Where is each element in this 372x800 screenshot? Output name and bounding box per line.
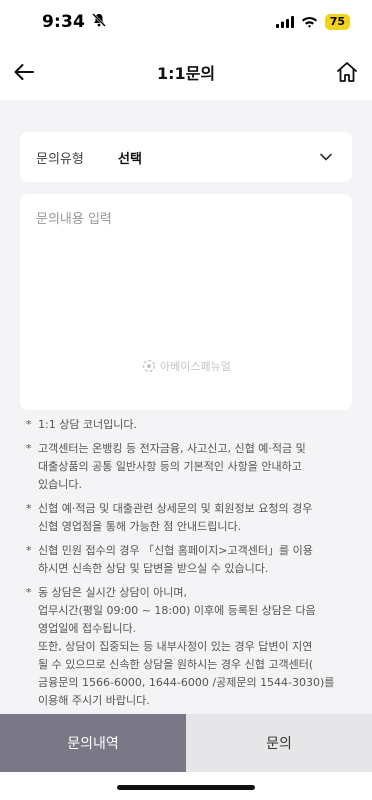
watermark: 아베이스페뉴얼 xyxy=(142,358,231,374)
notice-list: * 1:1 상담 코너입니다. * 고객센터는 온뱅킹 등 전자금융, 사고신고… xyxy=(26,416,346,716)
notice-text: 고객센터는 온뱅킹 등 전자금융, 사고신고, 신협 예·적금 및 대출상품의 … xyxy=(38,442,306,491)
notice-text: 동 상담은 실시간 상담이 아니며, 업무시간(평일 09:00 ~ 18:00… xyxy=(38,586,335,707)
notice-bullet: * xyxy=(26,502,32,515)
notice-text: 신협 민원 접수의 경우 「신협 홈페이지>고객센터」를 이용 하시면 신속한 … xyxy=(38,544,313,575)
notice-text: 신협 예·적금 및 대출관련 상세문의 및 회원정보 요청의 경우 신협 영업점… xyxy=(38,502,313,533)
notice-bullet: * xyxy=(26,586,32,599)
notice-item: * 신협 예·적금 및 대출관련 상세문의 및 회원정보 요청의 경우 신협 영… xyxy=(26,500,346,536)
back-button[interactable] xyxy=(10,60,38,84)
notice-bullet: * xyxy=(26,418,32,431)
home-icon xyxy=(337,62,357,82)
inquiry-type-select[interactable]: 문의유형 선택 xyxy=(20,132,352,182)
submit-inquiry-button[interactable]: 문의 xyxy=(186,714,372,772)
watermark-logo-icon xyxy=(142,359,156,373)
inquiry-type-value: 선택 xyxy=(118,151,142,167)
status-bar: 9:34 75 xyxy=(0,0,372,44)
chevron-down-icon xyxy=(318,149,334,165)
home-indicator[interactable] xyxy=(117,785,255,790)
content-placeholder: 문의내용 입력 xyxy=(36,212,112,227)
inquiry-history-button[interactable]: 문의내역 xyxy=(0,714,186,772)
signal-icon xyxy=(275,13,294,32)
notice-bullet: * xyxy=(26,544,32,557)
notice-item: * 고객센터는 온뱅킹 등 전자금융, 사고신고, 신협 예·적금 및 대출상품… xyxy=(26,440,346,494)
bell-slash-icon xyxy=(91,12,107,32)
notice-item: * 1:1 상담 코너입니다. xyxy=(26,416,346,434)
home-button[interactable] xyxy=(334,59,360,85)
app-header: 1:1문의 xyxy=(0,44,372,100)
inquiry-type-label: 문의유형 xyxy=(36,151,84,167)
watermark-text: 아베이스페뉴얼 xyxy=(160,360,231,373)
notice-bullet: * xyxy=(26,442,32,455)
inquiry-content-input[interactable]: 문의내용 입력 아베이스페뉴얼 xyxy=(20,194,352,410)
page-title: 1:1문의 xyxy=(156,64,216,83)
arrow-left-icon xyxy=(14,64,34,80)
notice-item: * 동 상담은 실시간 상담이 아니며, 업무시간(평일 09:00 ~ 18:… xyxy=(26,584,346,710)
status-left: 9:34 xyxy=(42,12,107,32)
wifi-icon xyxy=(301,13,318,32)
notice-item: * 신협 민원 접수의 경우 「신협 홈페이지>고객센터」를 이용 하시면 신속… xyxy=(26,542,346,578)
notice-text: 1:1 상담 코너입니다. xyxy=(38,418,138,431)
status-right: 75 xyxy=(275,13,350,32)
battery-icon: 75 xyxy=(324,14,350,30)
status-time: 9:34 xyxy=(42,12,86,32)
bottom-action-bar: 문의내역 문의 xyxy=(0,714,372,772)
